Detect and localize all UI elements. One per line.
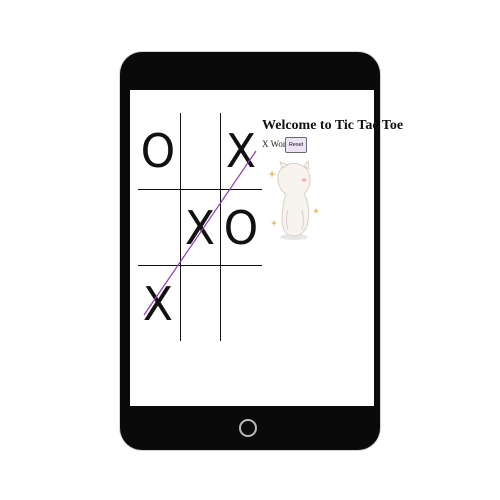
board-cell-2[interactable] — [180, 111, 220, 191]
mascot-blush — [301, 178, 307, 182]
page-title: Welcome to Tic Tac Toe — [262, 118, 404, 133]
board-cell-9[interactable] — [221, 264, 261, 344]
reset-button[interactable]: Reset — [285, 137, 307, 153]
game-board: O X X O X — [138, 113, 262, 341]
board-cell-6[interactable]: O — [221, 188, 261, 268]
home-button[interactable] — [239, 419, 257, 437]
mascot-body — [277, 160, 311, 237]
cat-mascot-icon — [268, 160, 319, 240]
board-cell-8[interactable] — [180, 264, 220, 344]
board-cell-4[interactable] — [138, 188, 178, 268]
board-cell-5[interactable]: X — [180, 188, 220, 268]
board-cell-3[interactable]: X — [221, 111, 261, 191]
board-cell-1[interactable]: O — [138, 111, 178, 191]
board-cell-7[interactable]: X — [138, 264, 178, 344]
game-status: X Won — [262, 139, 288, 149]
